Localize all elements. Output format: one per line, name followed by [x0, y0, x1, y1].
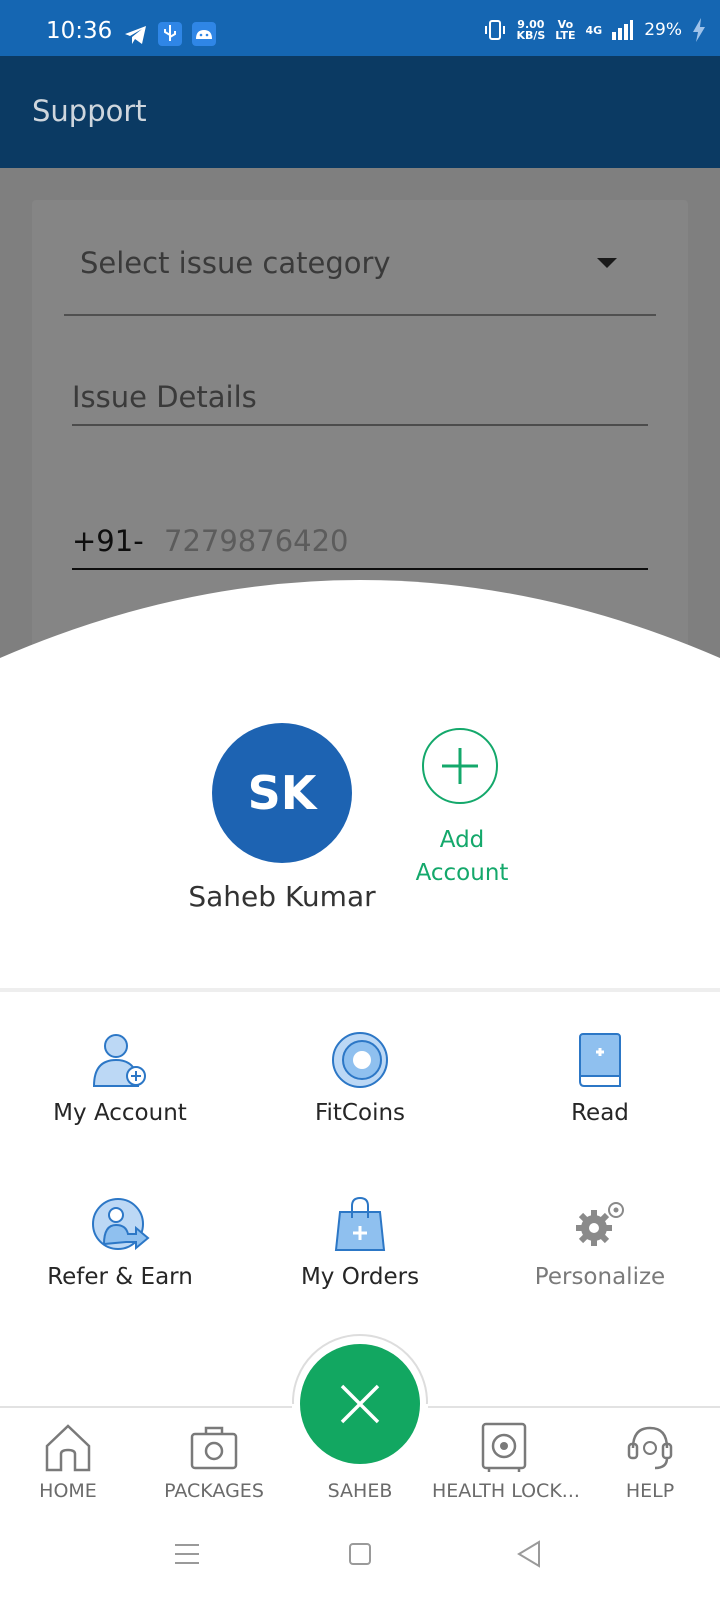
page-title: Support — [32, 94, 147, 128]
coin-icon — [332, 1032, 388, 1088]
safe-icon — [481, 1422, 527, 1472]
menu-label: Personalize — [534, 1264, 666, 1290]
shopping-bag-icon — [334, 1196, 386, 1251]
refer-icon — [92, 1198, 150, 1251]
plus-icon — [442, 748, 478, 784]
battery-percent: 29% — [644, 20, 682, 40]
data-speed: 9.00 KB/S — [516, 18, 546, 42]
tab-health-locker[interactable]: HEALTH LOCK... — [432, 1418, 580, 1508]
system-nav-bar — [0, 1514, 720, 1600]
app-bar: Support — [0, 56, 720, 168]
tab-label: PACKAGES — [164, 1480, 264, 1502]
gears-icon — [576, 1202, 624, 1246]
menu-read[interactable]: Read — [480, 1030, 720, 1140]
sheet-curve — [0, 580, 720, 670]
back-icon[interactable] — [516, 1540, 542, 1568]
avatar[interactable]: SK — [212, 723, 352, 863]
user-add-icon — [92, 1034, 146, 1087]
volte-badge: Vo LTE — [555, 18, 576, 42]
tab-label: HELP — [625, 1480, 675, 1502]
briefcase-icon — [190, 1426, 238, 1470]
tab-help[interactable]: HELP — [578, 1418, 720, 1508]
center-tab-label: SAHEB — [327, 1480, 393, 1502]
status-bar: 10:36 9.00 KB/S Vo LTE 4G 29% — [0, 0, 720, 56]
menu-refer-earn[interactable]: Refer & Earn — [0, 1194, 240, 1304]
vibrate-icon — [485, 20, 506, 40]
menu-personalize[interactable]: Personalize — [480, 1194, 720, 1304]
menu-icon[interactable] — [174, 1542, 200, 1566]
avatar-initials: SK — [247, 766, 317, 820]
phone-underline — [72, 568, 648, 570]
menu-label: Read — [571, 1100, 629, 1126]
phone-field[interactable]: 7279876420 — [164, 524, 349, 558]
home-icon — [45, 1424, 91, 1472]
issue-category-select[interactable]: Select issue category — [80, 246, 391, 280]
issue-details-field[interactable]: Issue Details — [72, 380, 257, 414]
network-type: 4G — [585, 23, 603, 37]
menu-my-orders[interactable]: My Orders — [240, 1194, 480, 1304]
tab-label: HEALTH LOCK... — [432, 1480, 580, 1502]
close-icon — [340, 1384, 380, 1424]
status-right: 9.00 KB/S Vo LTE 4G 29% — [484, 18, 706, 42]
menu-label: FitCoins — [314, 1100, 406, 1126]
menu-my-account[interactable]: My Account — [0, 1030, 240, 1140]
menu-label: My Orders — [300, 1264, 420, 1290]
signal-icon — [612, 20, 634, 40]
status-time: 10:36 — [46, 18, 113, 44]
user-name: Saheb Kumar — [188, 880, 376, 913]
add-account-button[interactable] — [422, 728, 498, 804]
dropdown-arrow-icon[interactable] — [597, 258, 617, 268]
menu-fitcoins[interactable]: FitCoins — [240, 1030, 480, 1140]
book-icon — [579, 1033, 621, 1087]
headset-icon — [627, 1426, 673, 1470]
country-code: +91- — [72, 524, 144, 558]
issue-details-underline — [72, 424, 648, 426]
section-divider — [0, 988, 720, 992]
close-menu-button[interactable] — [300, 1344, 420, 1464]
tab-label: HOME — [39, 1480, 97, 1502]
add-account-label[interactable]: Add Account — [404, 824, 520, 890]
charging-icon — [693, 18, 705, 42]
android-icon — [192, 22, 216, 46]
tab-packages[interactable]: PACKAGES — [142, 1418, 286, 1508]
menu-label: Refer & Earn — [47, 1264, 193, 1290]
menu-label: My Account — [53, 1100, 187, 1126]
telegram-icon — [125, 26, 146, 44]
usb-icon — [158, 22, 182, 46]
home-square-icon[interactable] — [348, 1542, 372, 1566]
select-underline — [64, 314, 656, 316]
tab-home[interactable]: HOME — [0, 1418, 140, 1508]
